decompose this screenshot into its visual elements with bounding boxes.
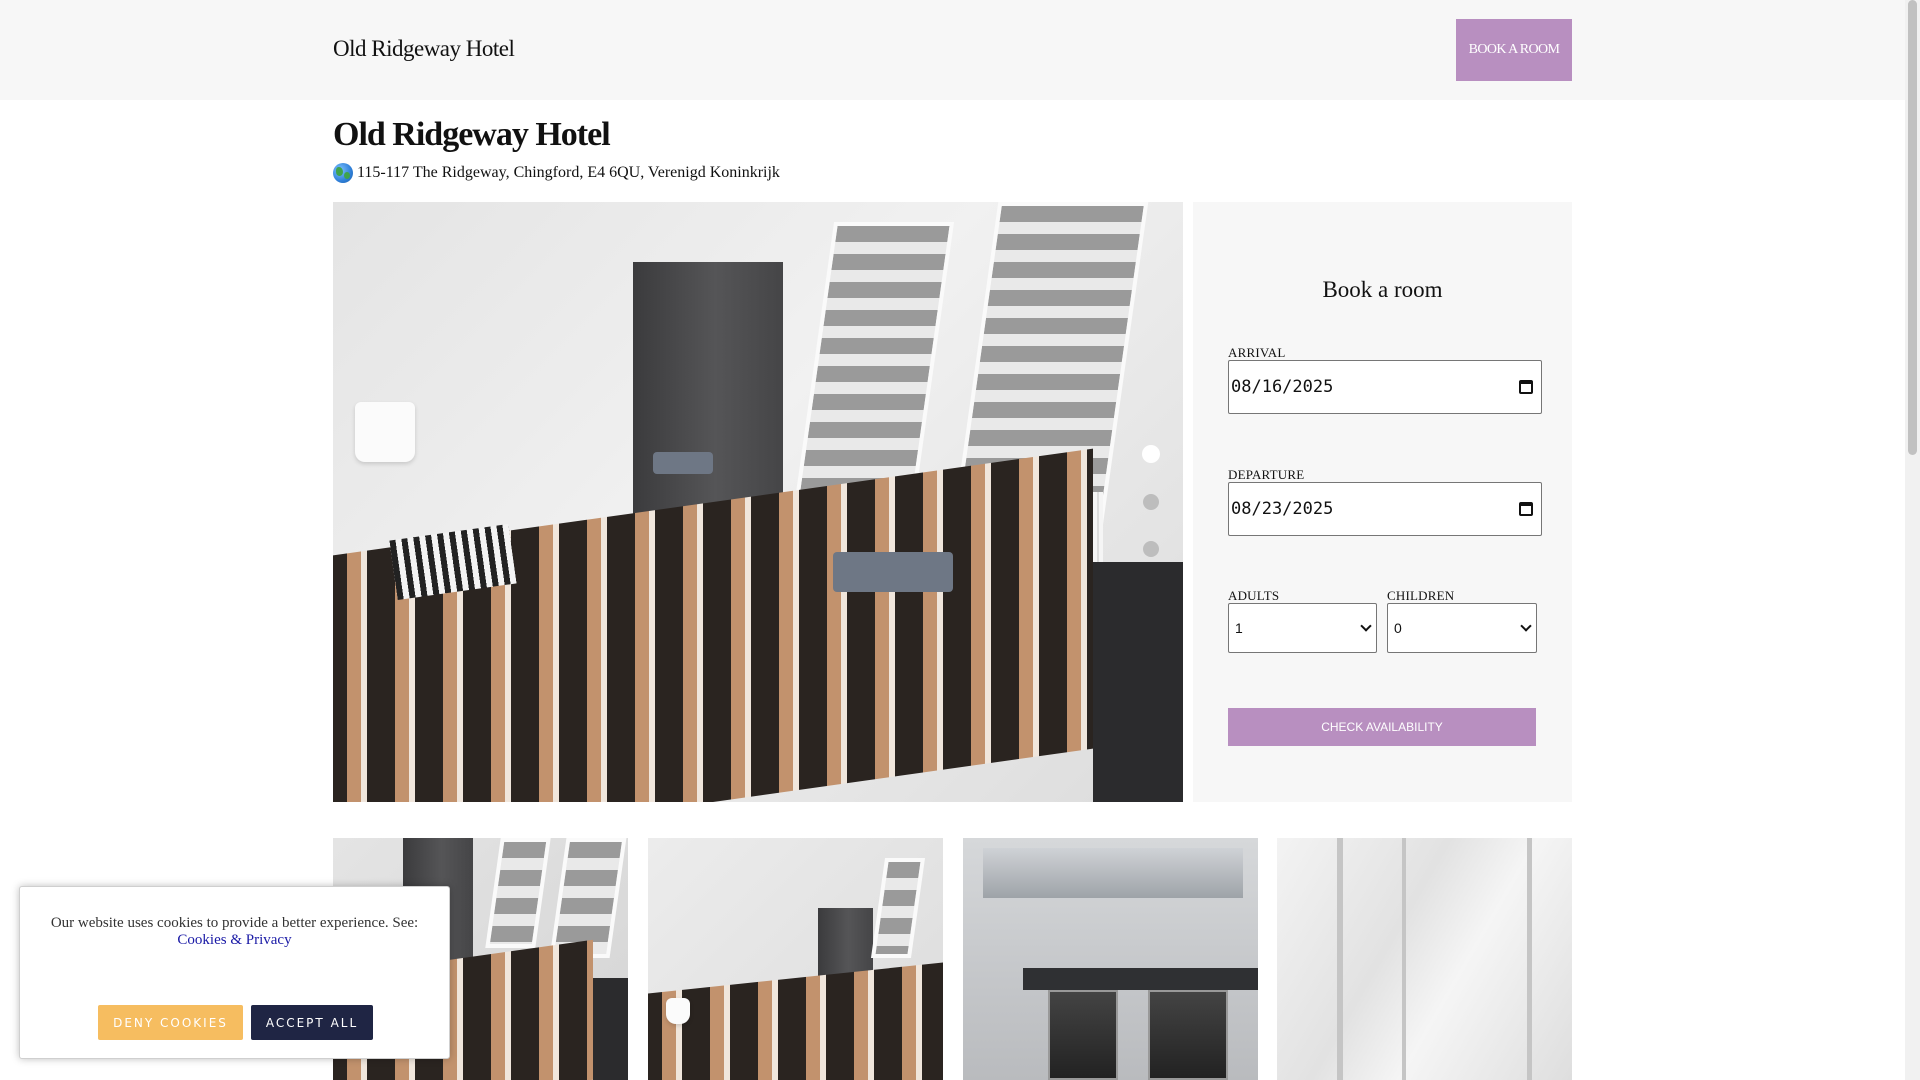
page: Old Ridgeway Hotel BOOK A ROOM Old Ridge…: [0, 0, 1920, 1080]
site-brand[interactable]: Old Ridgeway Hotel: [333, 36, 515, 62]
children-select[interactable]: 0: [1387, 603, 1537, 653]
kitchen-hood: [983, 848, 1243, 898]
accept-all-button[interactable]: ACCEPT ALL: [251, 1005, 373, 1040]
cookie-text: Our website uses cookies to provide a be…: [50, 915, 419, 931]
departure-date-value: 08/23/2025: [1231, 499, 1334, 519]
hotel-address-text: 115-117 The Ridgeway, Chingford, E4 6QU,…: [357, 164, 780, 181]
children-value: 0: [1394, 620, 1402, 636]
departure-date-input[interactable]: 08/23/2025: [1228, 482, 1542, 536]
thumbnail-bedroom-2[interactable]: [648, 838, 943, 1080]
carousel-dot-3[interactable]: [1143, 541, 1159, 557]
kitchen-worktop: [1023, 968, 1258, 990]
cookie-message: Our website uses cookies to provide a be…: [40, 915, 429, 949]
booking-title: Book a room: [1322, 277, 1443, 302]
shower-frame: [1527, 838, 1532, 1080]
towel-large: [833, 552, 953, 592]
bedding: [333, 448, 1093, 802]
booking-panel: Book a room ARRIVAL 08/16/2025 DEPARTURE…: [1193, 202, 1572, 802]
desk: [1093, 562, 1183, 802]
hotel-address: 115-117 The Ridgeway, Chingford, E4 6QU,…: [333, 163, 780, 183]
page-title: Old Ridgeway Hotel: [333, 116, 611, 153]
thumbnail-lamp: [666, 998, 690, 1024]
adults-value: 1: [1235, 620, 1243, 636]
hero-photo-bedroom: [333, 202, 1183, 802]
chevron-down-icon: [1520, 620, 1532, 632]
lamp: [355, 402, 415, 462]
kitchen-oven: [1048, 990, 1118, 1080]
arrival-date-input[interactable]: 08/16/2025: [1228, 360, 1542, 414]
shower-frame: [1402, 838, 1406, 1080]
thumbnail-kitchen[interactable]: [963, 838, 1258, 1080]
thumbnail-blind: [485, 838, 551, 948]
kitchen-oven: [1148, 990, 1228, 1080]
thumbnail-bedding: [648, 962, 943, 1080]
arrival-date-value: 08/16/2025: [1231, 377, 1334, 397]
thumbnail-blind: [870, 858, 926, 958]
departure-label: DEPARTURE: [1228, 467, 1305, 482]
hero-carousel[interactable]: [333, 202, 1183, 802]
thumbnail-desk: [593, 978, 628, 1080]
children-label: CHILDREN: [1387, 588, 1455, 603]
cookie-banner: Our website uses cookies to provide a be…: [19, 886, 450, 1059]
adults-label: ADULTS: [1228, 588, 1280, 603]
deny-cookies-button[interactable]: DENY COOKIES: [98, 1005, 243, 1040]
calendar-icon[interactable]: [1519, 502, 1533, 516]
carousel-dot-1[interactable]: [1142, 445, 1160, 463]
globe-icon: [333, 163, 353, 183]
carousel-dot-2[interactable]: [1143, 494, 1159, 510]
chevron-down-icon: [1360, 620, 1372, 632]
scrollbar-thumb[interactable]: [1908, 0, 1917, 455]
towel-small: [653, 452, 713, 474]
adults-select[interactable]: 1: [1228, 603, 1377, 653]
calendar-icon[interactable]: [1519, 380, 1533, 394]
check-availability-button[interactable]: CHECK AVAILABILITY: [1228, 708, 1536, 746]
thumbnail-shower[interactable]: [1277, 838, 1572, 1080]
site-header: Old Ridgeway Hotel BOOK A ROOM: [0, 0, 1905, 100]
book-a-room-button[interactable]: BOOK A ROOM: [1456, 19, 1572, 81]
shower-frame: [1337, 838, 1343, 1080]
arrival-label: ARRIVAL: [1228, 345, 1286, 360]
cookies-privacy-link[interactable]: Cookies & Privacy: [177, 932, 291, 948]
